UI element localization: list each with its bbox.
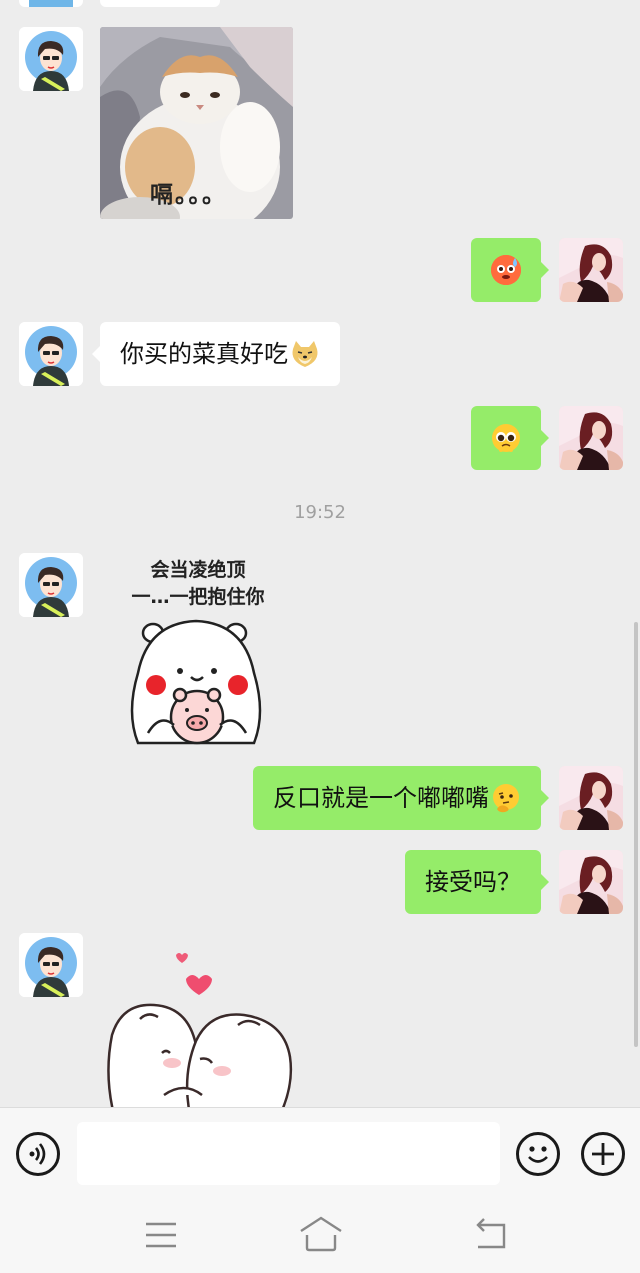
contact-avatar-image	[19, 322, 83, 386]
my-avatar-image	[559, 238, 623, 302]
sticker-caption-line2: 一…一把抱住你	[131, 586, 265, 608]
contact-avatar[interactable]	[19, 933, 83, 997]
contact-avatar[interactable]	[19, 553, 83, 617]
kissing-buns-illustration	[107, 953, 293, 1107]
kiss-sticker[interactable]	[104, 945, 294, 1107]
bear-pig-illustration	[130, 619, 262, 745]
outgoing-emoji-bubble[interactable]	[471, 238, 549, 302]
outgoing-emoji-bubble[interactable]	[471, 406, 549, 470]
contact-avatar-image	[19, 553, 83, 617]
input-bar	[0, 1107, 640, 1195]
contact-avatar[interactable]	[19, 322, 83, 386]
thinking-face-icon	[491, 783, 521, 813]
incoming-text-bubble[interactable]: 你买的菜真好吃	[92, 322, 340, 386]
system-navigation-bar	[0, 1195, 640, 1273]
chat-area[interactable]: 嗝。。。 你买的菜真好吃 19:52 会当凌绝顶 一…一把抱住你 反口就是一个嘟…	[0, 0, 640, 1107]
my-avatar[interactable]	[559, 766, 623, 830]
outgoing-text-bubble[interactable]: 反口就是一个嘟嘟嘴	[253, 766, 549, 830]
home-icon[interactable]	[298, 1215, 344, 1255]
menu-icon[interactable]	[141, 1215, 181, 1255]
partial-avatar[interactable]	[19, 0, 83, 7]
my-avatar[interactable]	[559, 850, 623, 914]
emoji-button[interactable]	[516, 1132, 560, 1176]
chat-scrollbar[interactable]	[634, 622, 638, 1047]
hug-pig-sticker[interactable]: 会当凌绝顶 一…一把抱住你	[108, 557, 288, 747]
message-timestamp: 19:52	[294, 502, 346, 523]
smiley-icon	[528, 1146, 548, 1163]
message-text: 接受吗？	[425, 868, 521, 896]
my-avatar[interactable]	[559, 238, 623, 302]
sticker-caption-line1: 会当凌绝顶	[150, 559, 246, 581]
doge-icon	[290, 339, 320, 369]
cat-photo-message[interactable]: 嗝。。。	[100, 27, 293, 219]
pleading-face-icon	[491, 423, 521, 453]
message-text: 你买的菜真好吃	[120, 340, 288, 368]
message-input[interactable]	[77, 1122, 500, 1185]
message-text: 反口就是一个嘟嘟嘴	[273, 784, 489, 812]
my-avatar-image	[559, 766, 623, 830]
back-icon[interactable]	[470, 1215, 510, 1255]
contact-avatar-image	[19, 27, 83, 91]
plus-icon	[592, 1143, 614, 1165]
my-avatar[interactable]	[559, 406, 623, 470]
my-avatar-image	[559, 406, 623, 470]
more-options-button[interactable]	[581, 1132, 625, 1176]
cat-photo-caption: 嗝。。。	[150, 182, 227, 208]
outgoing-text-bubble[interactable]: 接受吗？	[405, 850, 549, 914]
partial-message-bubble[interactable]	[100, 0, 220, 7]
voice-icon	[29, 1143, 46, 1165]
contact-avatar[interactable]	[19, 27, 83, 91]
contact-avatar-image	[19, 933, 83, 997]
voice-toggle-button[interactable]	[16, 1132, 60, 1176]
my-avatar-image	[559, 850, 623, 914]
sweat-face-icon	[491, 255, 521, 285]
